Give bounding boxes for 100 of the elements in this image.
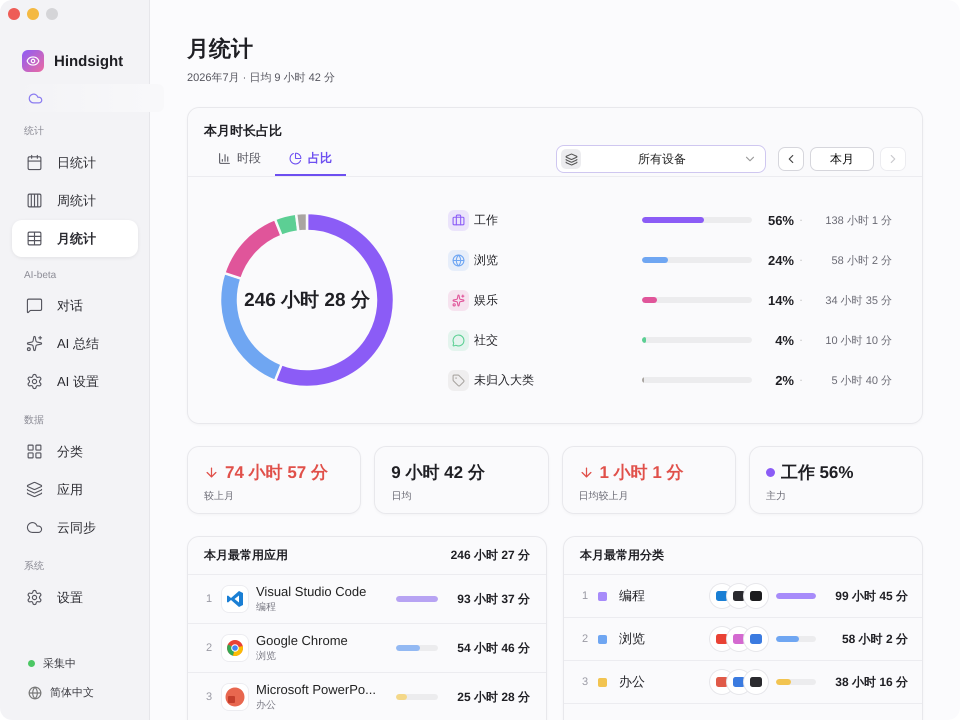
layers-icon xyxy=(561,149,581,169)
nav-item[interactable]: 周统计 xyxy=(12,182,138,219)
stat-value: 9 小时 42 分 xyxy=(391,462,485,484)
table-icon xyxy=(26,230,43,247)
category-percent: 24% xyxy=(766,252,794,268)
app-icon xyxy=(226,639,244,657)
stat-label: 较上月 xyxy=(204,490,235,503)
category-label: 未归入大类 xyxy=(474,372,535,388)
category-label: 工作 xyxy=(474,212,499,228)
down-arrow-icon xyxy=(578,465,594,480)
stat-value: 1 小时 1 分 xyxy=(600,462,684,484)
category-label: 社交 xyxy=(474,332,499,348)
category-name: 编程 xyxy=(619,587,646,605)
page-subtitle: 2026年7月 · 日均 9 小时 42 分 xyxy=(187,71,336,85)
nav-item[interactable]: 应用 xyxy=(12,471,138,508)
card-title: 本月时长占比 xyxy=(204,122,283,140)
category-time: 138 小时 1 分 xyxy=(824,214,892,228)
tab[interactable]: 时段 xyxy=(204,142,275,176)
app-icon xyxy=(744,670,768,694)
app-icon xyxy=(225,687,245,707)
calendar-icon xyxy=(26,154,43,171)
category-time: 99 小时 45 分 xyxy=(834,588,908,604)
separator-dot: · xyxy=(798,214,804,226)
card-title: 本月最常用应用 xyxy=(204,547,288,564)
card-title: 本月最常用分类 xyxy=(580,547,664,564)
category-percent: 14% xyxy=(766,292,794,308)
nav-item[interactable]: 设置 xyxy=(12,579,138,616)
nav-item[interactable]: 对话 xyxy=(12,287,138,324)
status-label: 采集中 xyxy=(43,657,76,671)
nav-item[interactable]: 月统计 xyxy=(12,220,138,257)
app-time: 54 小时 46 分 xyxy=(456,640,530,656)
stat-label: 主力 xyxy=(766,490,787,503)
section-title: AI-beta xyxy=(24,270,58,281)
category-time: 38 小时 16 分 xyxy=(834,674,908,690)
app-category: 编程 xyxy=(256,600,277,614)
category-name: 办公 xyxy=(619,673,646,691)
cloud-icon xyxy=(28,90,43,106)
category-percent: 4% xyxy=(774,332,794,348)
layers-icon xyxy=(26,481,43,498)
grid-icon xyxy=(26,443,43,460)
language-link[interactable]: 简体中文 xyxy=(50,685,94,700)
zoom-button[interactable] xyxy=(46,8,58,20)
minimize-button[interactable] xyxy=(27,8,39,20)
app-icon xyxy=(744,627,768,651)
total-duration: 246 小时 28 分 xyxy=(244,289,370,313)
previous-button[interactable] xyxy=(778,147,804,171)
nav-item[interactable]: 分类 xyxy=(12,433,138,470)
columns-icon xyxy=(26,192,43,209)
page-title: 月统计 xyxy=(187,35,254,63)
stat-label: 日均 xyxy=(391,490,412,503)
category-time: 5 小时 40 分 xyxy=(830,374,892,388)
nav-item[interactable]: 日统计 xyxy=(12,144,138,181)
nav-item[interactable]: AI 总结 xyxy=(12,325,138,362)
category-time: 58 小时 2 分 xyxy=(840,630,908,648)
app-category: 浏览 xyxy=(256,650,277,663)
globe-icon xyxy=(28,686,42,700)
app-name: Microsoft PowerPo... xyxy=(256,682,377,697)
section-title: 数据 xyxy=(24,414,45,427)
nav-item[interactable]: 云同步 xyxy=(12,509,138,546)
down-arrow-icon xyxy=(204,465,219,480)
category-percent: 56% xyxy=(766,212,794,228)
app-icon xyxy=(226,590,244,608)
rank: 1 xyxy=(582,590,590,602)
separator-dot: · xyxy=(798,334,804,346)
app-name: Google Chrome xyxy=(256,633,349,648)
cloud-icon xyxy=(26,519,43,536)
gear-icon xyxy=(26,373,43,390)
category-label: 娱乐 xyxy=(474,292,499,308)
category-label: 浏览 xyxy=(474,252,499,268)
separator-dot: · xyxy=(798,374,804,386)
separator-dot: · xyxy=(798,294,804,306)
app-icon xyxy=(744,584,768,608)
category-time: 34 小时 35 分 xyxy=(824,294,892,308)
app-name: Hindsight xyxy=(54,52,124,70)
rank: 3 xyxy=(582,676,590,688)
rank: 2 xyxy=(582,633,590,645)
stat-label: 日均较上月 xyxy=(578,490,630,503)
section-title: 统计 xyxy=(24,124,45,138)
category-time: 58 小时 2 分 xyxy=(830,254,892,268)
rank: 3 xyxy=(206,691,214,703)
total-time: 246 小时 27 分 xyxy=(450,547,530,564)
rank: 1 xyxy=(206,593,214,605)
pie-chart-icon xyxy=(289,152,302,165)
separator-dot: · xyxy=(798,254,804,266)
category-time: 10 小时 10 分 xyxy=(824,334,892,348)
logo-icon xyxy=(22,50,44,72)
app-time: 25 小时 28 分 xyxy=(456,688,530,706)
section-title: 系统 xyxy=(24,560,45,573)
app-time: 93 小时 37 分 xyxy=(456,590,530,608)
stat-value: 74 小时 57 分 xyxy=(225,462,328,484)
settings-icon xyxy=(26,589,43,606)
category-percent: 2% xyxy=(774,372,794,388)
bar-chart-icon xyxy=(218,152,231,165)
nav-item[interactable]: AI 设置 xyxy=(12,363,138,400)
category-name: 浏览 xyxy=(619,630,646,648)
app-name: Visual Studio Code xyxy=(256,584,368,599)
tab[interactable]: 占比 xyxy=(275,142,346,176)
close-button[interactable] xyxy=(8,8,20,20)
device-select[interactable]: 所有设备 xyxy=(556,145,766,173)
period-button[interactable]: 本月 xyxy=(810,147,874,171)
